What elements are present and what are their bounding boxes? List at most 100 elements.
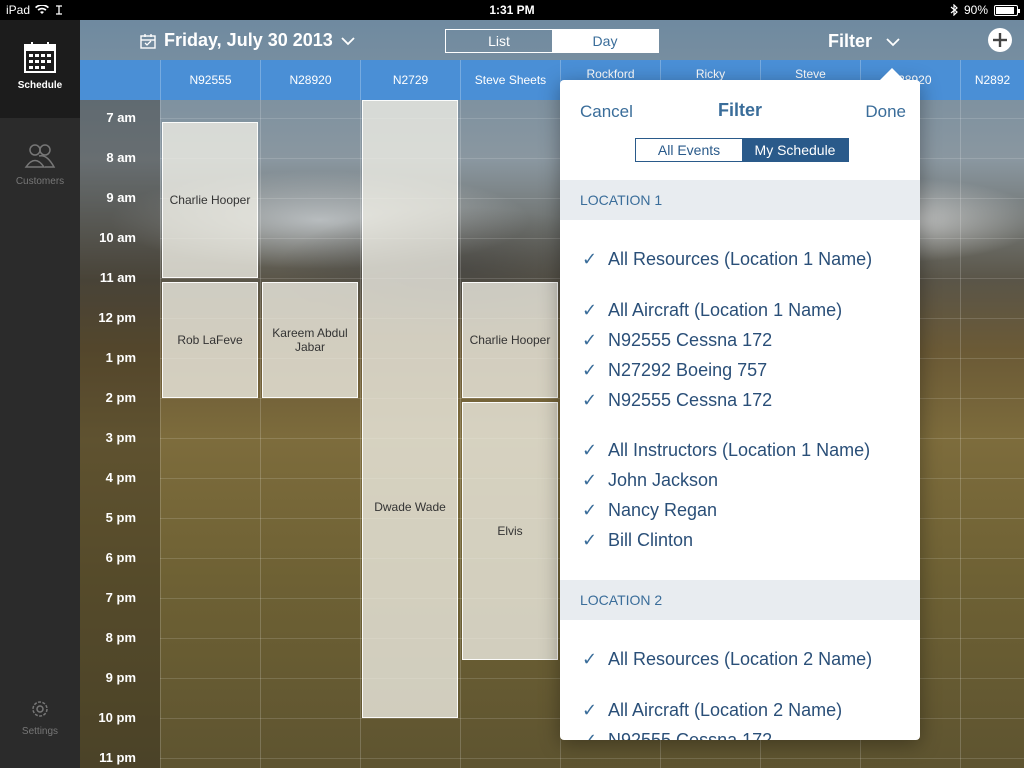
checkmark-icon: ✓ <box>582 300 598 320</box>
filter-button[interactable]: Filter <box>828 31 900 52</box>
date-picker[interactable]: Friday, July 30 2013 <box>140 30 355 51</box>
filter-option[interactable]: ✓ N27292 Boeing 757 <box>582 360 767 381</box>
filter-segmented-control: All Events My Schedule <box>635 138 849 162</box>
filter-option[interactable]: ✓ John Jackson <box>582 470 718 491</box>
sidebar-item-customers[interactable]: Customers <box>0 142 80 202</box>
filter-header: Filter Cancel Done <box>560 80 920 140</box>
customers-icon <box>24 144 56 168</box>
filter-option-label: N27292 Boeing 757 <box>608 360 768 380</box>
time-label: 12 pm <box>98 310 136 325</box>
sidebar-label-settings: Settings <box>21 726 59 737</box>
device-name: iPad <box>6 3 31 17</box>
time-label: 11 am <box>99 270 136 285</box>
filter-option-label: Nancy Regan <box>608 500 718 520</box>
top-bar: Friday, July 30 2013 List Day Filter <box>80 20 1024 60</box>
event-block[interactable]: Dwade Wade <box>362 100 458 718</box>
chevron-down-icon <box>341 36 355 45</box>
event-block[interactable]: Kareem Abdul Jabar <box>262 282 358 398</box>
tab-list[interactable]: List <box>446 30 552 52</box>
popover-arrow <box>880 68 904 80</box>
checkmark-icon: ✓ <box>582 249 598 269</box>
calendar-icon <box>24 42 56 73</box>
filter-option-label: N92555 Cessna 172 <box>608 730 773 740</box>
tab-all-events[interactable]: All Events <box>636 139 742 161</box>
time-label: 1 pm <box>105 350 136 365</box>
checkmark-icon: ✓ <box>582 649 598 669</box>
filter-option[interactable]: ✓ N92555 Cessna 172 <box>582 730 772 740</box>
view-segmented-control: List Day <box>445 29 659 53</box>
checkmark-icon: ✓ <box>582 700 598 720</box>
battery-percent: 90% <box>963 3 988 17</box>
time-label: 10 am <box>99 230 136 245</box>
section-header-location-1: LOCATION 1 <box>560 180 920 220</box>
time-label: 10 pm <box>98 710 136 725</box>
chevron-down-icon <box>886 37 900 46</box>
event-block[interactable]: Charlie Hooper <box>462 282 558 398</box>
checkmark-icon: ✓ <box>582 470 598 490</box>
done-button[interactable]: Done <box>865 102 906 122</box>
plus-icon <box>993 33 1007 47</box>
event-block[interactable]: Rob LaFeve <box>162 282 258 398</box>
gear-icon <box>32 701 48 717</box>
date-title: Friday, July 30 2013 <box>164 30 333 50</box>
time-label: 8 am <box>106 150 136 165</box>
battery-icon <box>994 4 1020 16</box>
filter-option[interactable]: ✓ All Resources (Location 2 Name) <box>582 649 872 670</box>
tab-day[interactable]: Day <box>552 30 658 52</box>
sidebar-item-settings[interactable]: Settings <box>0 698 80 748</box>
filter-option[interactable]: ✓ N92555 Cessna 172 <box>582 330 772 351</box>
filter-option[interactable]: ✓ All Resources (Location 1 Name) <box>582 249 872 270</box>
status-time: 1:31 PM <box>489 3 535 17</box>
sidebar-label-customers: Customers <box>15 176 65 187</box>
filter-option[interactable]: ✓ All Aircraft (Location 2 Name) <box>582 700 842 721</box>
checkmark-icon: ✓ <box>582 500 598 520</box>
time-label: 9 am <box>106 190 136 205</box>
filter-option-label: All Aircraft (Location 1 Name) <box>608 300 843 320</box>
time-label: 6 pm <box>105 550 136 565</box>
time-label: 5 pm <box>105 510 136 525</box>
event-block[interactable]: Charlie Hooper <box>162 122 258 278</box>
checkmark-icon: ✓ <box>582 360 598 380</box>
calendar-small-icon <box>140 33 156 49</box>
filter-popover: Filter Cancel Done All Events My Schedul… <box>560 80 920 740</box>
filter-option-label: N92555 Cessna 172 <box>608 330 773 350</box>
column-header[interactable]: Steve Sheets <box>460 60 560 100</box>
filter-option-label: All Instructors (Location 1 Name) <box>608 440 871 460</box>
filter-option-label: All Resources (Location 1 Name) <box>608 249 873 269</box>
time-label: 4 pm <box>105 470 136 485</box>
checkmark-icon: ✓ <box>582 330 598 350</box>
filter-option[interactable]: ✓ N92555 Cessna 172 <box>582 390 772 411</box>
checkmark-icon: ✓ <box>582 530 598 550</box>
sidebar-item-schedule[interactable]: Schedule <box>0 20 80 118</box>
filter-option[interactable]: ✓ Nancy Regan <box>582 500 717 521</box>
filter-option[interactable]: ✓ Bill Clinton <box>582 530 693 551</box>
column-header[interactable]: N2892 <box>960 60 1024 100</box>
bluetooth-icon <box>950 4 958 16</box>
column-header[interactable]: N92555 <box>160 60 260 100</box>
time-label: 11 pm <box>99 750 136 765</box>
column-header[interactable]: N2729 <box>360 60 460 100</box>
sidebar: Schedule Customers Settings <box>0 20 80 768</box>
time-label: 2 pm <box>105 390 136 405</box>
section-header-location-2: LOCATION 2 <box>560 580 920 620</box>
time-label: 7 pm <box>105 590 136 605</box>
activity-icon <box>56 5 63 15</box>
filter-option[interactable]: ✓ All Instructors (Location 1 Name) <box>582 440 870 461</box>
filter-option-label: All Resources (Location 2 Name) <box>608 649 873 669</box>
event-block[interactable]: Elvis <box>462 402 558 660</box>
time-label: 9 pm <box>105 670 136 685</box>
tab-my-schedule[interactable]: My Schedule <box>742 139 848 161</box>
time-label: 7 am <box>106 110 136 125</box>
column-header[interactable]: N28920 <box>260 60 360 100</box>
filter-option-label: Bill Clinton <box>608 530 694 550</box>
checkmark-icon: ✓ <box>582 390 598 410</box>
checkmark-icon: ✓ <box>582 730 598 740</box>
filter-option-label: John Jackson <box>608 470 719 490</box>
add-button[interactable] <box>988 28 1012 52</box>
filter-option-label: All Aircraft (Location 2 Name) <box>608 700 843 720</box>
checkmark-icon: ✓ <box>582 440 598 460</box>
time-label: 8 pm <box>105 630 136 645</box>
filter-option[interactable]: ✓ All Aircraft (Location 1 Name) <box>582 300 842 321</box>
cancel-button[interactable]: Cancel <box>580 102 633 122</box>
time-label: 3 pm <box>105 430 136 445</box>
